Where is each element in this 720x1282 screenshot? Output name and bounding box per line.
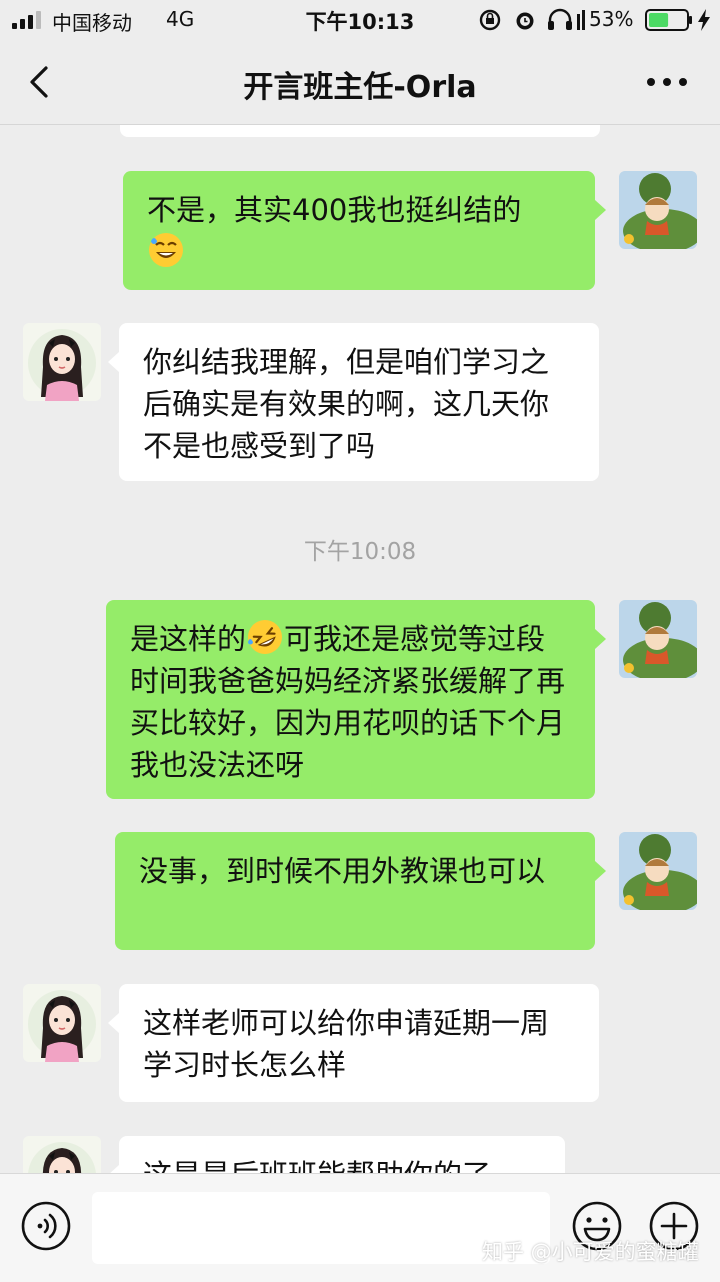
message-bubble-received[interactable]: 这样老师可以给你申请延期一周学习时长怎么样 — [119, 984, 599, 1102]
bubble-tail — [108, 1165, 119, 1173]
message-text: 你纠结我理解，但是咱们学习之后确实是有效果的啊，这几天你不是也感受到了吗 — [143, 345, 550, 463]
battery-icon — [645, 9, 692, 31]
more-dots-icon[interactable] — [640, 68, 694, 96]
charging-icon — [698, 9, 710, 31]
message-bubble-sent[interactable]: 没事，到时候不用外教课也可以 — [115, 832, 595, 950]
message-bubble-sent[interactable]: 是这样的 可我还是感觉等过段时间我爸爸妈妈经济紧张缓解了再买比较好，因为用花呗的… — [106, 600, 595, 799]
bubble-tail — [595, 200, 606, 220]
message-list[interactable]: 不是，其实400我也挺纠结的 你纠结我理解，但是咱们学习之后确实是有效果的啊，这… — [0, 125, 720, 1173]
bubble-tail — [595, 629, 606, 649]
message-text: 这样老师可以给你申请延期一周学习时长怎么样 — [143, 1006, 550, 1082]
message-bubble-sent[interactable]: 不是，其实400我也挺纠结的 — [123, 171, 595, 290]
status-icons — [479, 8, 585, 31]
avatar[interactable] — [619, 832, 697, 910]
voice-icon[interactable] — [20, 1200, 72, 1252]
avatar[interactable] — [23, 323, 101, 401]
watermark: 知乎 @小可爱的蜜糖罐 — [482, 1240, 699, 1264]
avatar[interactable] — [619, 600, 697, 678]
chat-title: 开言班主任-Orla — [243, 70, 477, 105]
avatar[interactable] — [619, 171, 697, 249]
status-bar: 中国移动 4G 下午10:13 53% — [0, 0, 720, 40]
message-text: 这是是后班班能帮助你的了 — [143, 1158, 491, 1173]
girl-avatar-icon — [23, 984, 101, 1062]
boy-avatar-icon — [619, 600, 697, 678]
boy-avatar-icon — [619, 832, 697, 910]
headphones-icon — [548, 8, 572, 30]
grinning-sweat-emoji — [149, 233, 183, 267]
timestamp: 下午10:08 — [303, 539, 417, 565]
message-text: 不是，其实400我也挺纠结的 — [147, 193, 522, 227]
avatar[interactable] — [23, 1136, 101, 1173]
bubble-tail — [108, 352, 119, 372]
rotation-lock-icon — [479, 9, 501, 31]
message-bubble-received[interactable]: 你纠结我理解，但是咱们学习之后确实是有效果的啊，这几天你不是也感受到了吗 — [119, 323, 599, 481]
message-text: 没事，到时候不用外教课也可以 — [139, 854, 546, 888]
chat-header: 开言班主任-Orla — [0, 40, 720, 125]
battery-percent: 53% — [589, 7, 634, 31]
alarm-icon — [516, 12, 534, 30]
message-bubble-received[interactable]: 这是是后班班能帮助你的了 — [119, 1136, 565, 1173]
girl-avatar-icon — [23, 323, 101, 401]
boy-avatar-icon — [619, 171, 697, 249]
girl-avatar-icon — [23, 1136, 101, 1173]
volume-icon — [577, 10, 585, 30]
avatar[interactable] — [23, 984, 101, 1062]
bubble-tail — [595, 861, 606, 881]
message-bubble-received[interactable] — [120, 125, 600, 137]
bubble-tail — [108, 1013, 119, 1033]
message-text: 是这样的 — [130, 622, 247, 656]
rolling-laughing-emoji — [248, 620, 283, 654]
